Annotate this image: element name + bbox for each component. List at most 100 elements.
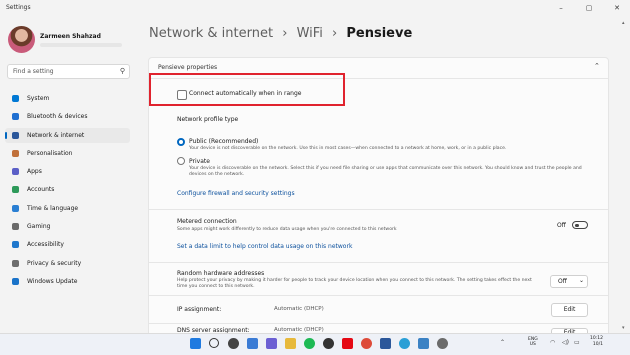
bluetooth-icon xyxy=(12,113,19,120)
sidebar-item-network-internet[interactable]: Network & internet xyxy=(5,128,130,143)
private-desc: Your device is discoverable on the netwo… xyxy=(189,166,582,177)
windows-start-icon[interactable] xyxy=(190,338,201,349)
divider xyxy=(149,209,608,210)
sidebar-item-gaming[interactable]: Gaming xyxy=(5,219,130,234)
sidebar-item-label: Bluetooth & devices xyxy=(27,113,88,120)
page-title: Pensieve xyxy=(346,26,413,41)
shield-icon xyxy=(12,260,19,267)
data-limit-link[interactable]: Set a data limit to help control data us… xyxy=(177,243,352,250)
chat-icon[interactable] xyxy=(266,338,277,349)
sidebar-item-time-language[interactable]: Time & language xyxy=(5,201,130,216)
photos-icon[interactable] xyxy=(418,338,429,349)
speaker-icon[interactable]: ◁) xyxy=(562,339,569,346)
sidebar-item-bluetooth-devices[interactable]: Bluetooth & devices xyxy=(5,109,130,124)
random-value: Off xyxy=(558,278,567,285)
battery-icon[interactable]: ▭ xyxy=(574,339,580,346)
lang-bottom: US xyxy=(529,342,536,347)
divider xyxy=(149,262,608,263)
clock-time: 10:12 xyxy=(590,336,603,341)
metered-state: Off xyxy=(557,222,566,229)
divider xyxy=(149,323,608,324)
toggle-knob xyxy=(575,223,579,227)
task-view-icon[interactable] xyxy=(228,338,239,349)
title-bar: Settings – ▢ ✕ xyxy=(0,0,630,18)
close-button[interactable]: ✕ xyxy=(608,2,626,14)
public-desc: Your device is not discoverable on the n… xyxy=(189,146,507,151)
chrome-icon[interactable] xyxy=(361,338,372,349)
random-title: Random hardware addresses xyxy=(177,270,265,277)
search-input[interactable]: Find a setting ⚲ xyxy=(7,64,130,79)
spotify-icon[interactable] xyxy=(304,338,315,349)
wifi-icon[interactable]: ◠ xyxy=(550,339,555,346)
ip-value: Automatic (DHCP) xyxy=(274,306,324,312)
sidebar-item-accessibility[interactable]: Accessibility xyxy=(5,237,130,252)
section-title: Pensieve properties xyxy=(158,64,218,71)
private-radio[interactable] xyxy=(177,157,185,165)
minimize-button[interactable]: – xyxy=(552,2,570,14)
settings-icon[interactable] xyxy=(437,338,448,349)
chevron-up-icon[interactable]: ⌃ xyxy=(500,339,505,346)
xbox-icon[interactable] xyxy=(323,338,334,349)
breadcrumb: Network & internet › WiFi › Pensieve xyxy=(149,26,412,41)
scroll-up-icon[interactable]: ▴ xyxy=(622,20,625,26)
update-icon xyxy=(12,278,19,285)
scrollbar[interactable]: ▴ ▾ xyxy=(622,20,626,340)
sidebar-item-privacy-security[interactable]: Privacy & security xyxy=(5,256,130,271)
language-indicator[interactable]: ENG US xyxy=(528,337,538,347)
sidebar-item-label: Time & language xyxy=(27,205,79,212)
file-explorer-icon[interactable] xyxy=(285,338,296,349)
breadcrumb-wifi[interactable]: WiFi xyxy=(297,26,323,41)
metered-toggle[interactable] xyxy=(572,221,588,229)
netflix-icon[interactable] xyxy=(342,338,353,349)
sidebar-item-personalisation[interactable]: Personalisation xyxy=(5,146,130,161)
apps-icon xyxy=(12,168,19,175)
app-title: Settings xyxy=(6,4,31,11)
sidebar-item-label: Network & internet xyxy=(27,132,85,139)
search-icon[interactable] xyxy=(209,338,219,348)
maximize-button[interactable]: ▢ xyxy=(580,2,598,14)
wifi-icon xyxy=(12,132,19,139)
ip-label: IP assignment: xyxy=(177,306,222,313)
sidebar-item-label: Apps xyxy=(27,168,42,175)
firewall-link[interactable]: Configure firewall and security settings xyxy=(177,190,295,197)
private-title: Private xyxy=(189,158,210,165)
metered-desc: Some apps might work differently to redu… xyxy=(177,227,397,232)
gamepad-icon xyxy=(12,223,19,230)
public-radio[interactable] xyxy=(177,138,185,146)
profile-heading: Network profile type xyxy=(177,116,239,123)
sidebar-item-label: Personalisation xyxy=(27,150,73,157)
monitor-icon xyxy=(12,95,19,102)
edge-icon[interactable] xyxy=(399,338,410,349)
chevron-down-icon: ⌄ xyxy=(579,277,585,284)
public-title: Public (Recommended) xyxy=(189,138,259,145)
sidebar-item-accounts[interactable]: Accounts xyxy=(5,182,130,197)
clock[interactable]: 10:12 10/1 xyxy=(590,336,603,347)
sidebar-item-system[interactable]: System xyxy=(5,91,130,106)
random-desc: Help protect your privacy by making it h… xyxy=(177,278,532,289)
divider xyxy=(149,295,608,296)
clock-date: 10/1 xyxy=(592,341,603,347)
ip-edit-button[interactable]: Edit xyxy=(551,303,588,317)
random-address-dropdown[interactable]: Off ⌄ xyxy=(550,275,588,288)
sidebar-item-windows-update[interactable]: Windows Update xyxy=(5,274,130,289)
globe-clock-icon xyxy=(12,205,19,212)
word-icon[interactable] xyxy=(380,338,391,349)
breadcrumb-separator: › xyxy=(282,26,288,41)
sidebar-item-label: Accounts xyxy=(27,186,55,193)
sidebar-item-label: Accessibility xyxy=(27,241,64,248)
chevron-up-icon[interactable]: ⌃ xyxy=(594,62,600,70)
widgets-icon[interactable] xyxy=(247,338,258,349)
accessibility-icon xyxy=(12,241,19,248)
user-email-redacted xyxy=(40,43,122,47)
search-icon: ⚲ xyxy=(119,67,125,75)
sidebar-item-label: System xyxy=(27,95,50,102)
highlight-box xyxy=(149,73,345,106)
user-name: Zarmeen Shahzad xyxy=(40,33,101,40)
breadcrumb-separator: › xyxy=(332,26,338,41)
search-placeholder: Find a setting xyxy=(13,68,54,75)
breadcrumb-network[interactable]: Network & internet xyxy=(149,26,273,41)
scroll-down-icon[interactable]: ▾ xyxy=(622,325,625,331)
avatar[interactable] xyxy=(8,26,35,53)
person-icon xyxy=(12,186,19,193)
sidebar-item-apps[interactable]: Apps xyxy=(5,164,130,179)
